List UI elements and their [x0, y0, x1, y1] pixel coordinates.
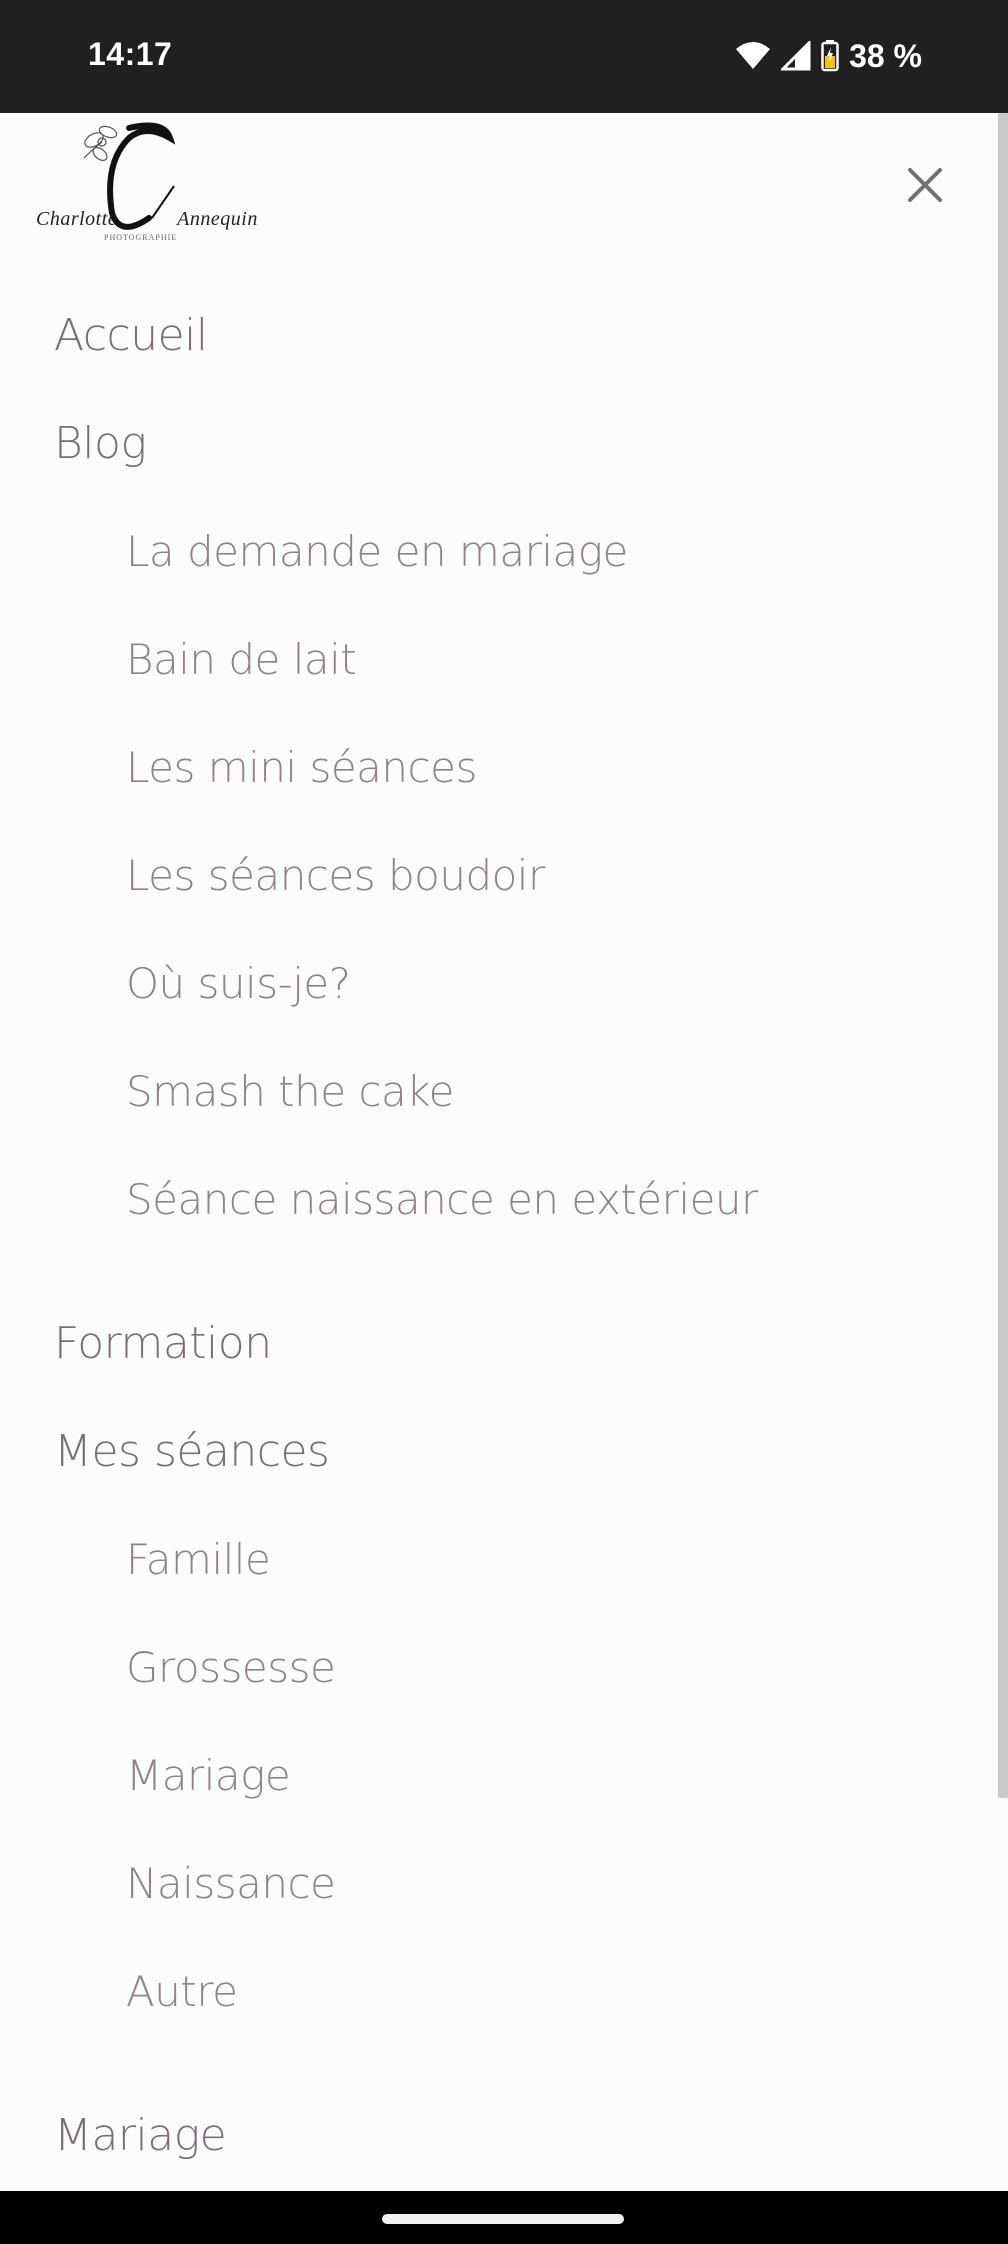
- menu-item-mes-seances[interactable]: Mes séances: [54, 1422, 330, 1482]
- battery-charging-icon: [821, 40, 839, 72]
- submenu-item-mariage[interactable]: Mariage: [126, 1746, 291, 1806]
- close-icon: [908, 168, 942, 202]
- home-gesture-handle[interactable]: [382, 2214, 624, 2224]
- menu-item-accueil[interactable]: Accueil: [54, 306, 208, 366]
- submenu-item-famille[interactable]: Famille: [126, 1530, 271, 1590]
- submenu-item-demande-en-mariage[interactable]: La demande en mariage: [126, 522, 628, 582]
- submenu-item-grossesse[interactable]: Grossesse: [126, 1638, 336, 1698]
- logo-tagline: PHOTOGRAPHIE: [104, 233, 178, 242]
- battery-percent: 38 %: [849, 37, 922, 74]
- submenu-item-seances-boudoir[interactable]: Les séances boudoir: [126, 846, 545, 906]
- close-menu-button[interactable]: [900, 160, 950, 210]
- logo-name-right: Annequin: [177, 208, 258, 230]
- menu-item-mariage[interactable]: Mariage: [54, 2106, 227, 2166]
- menu-item-blog[interactable]: Blog: [54, 414, 147, 474]
- status-icons: 38 %: [735, 36, 922, 76]
- status-bar: 14:17 38 %: [0, 0, 1008, 113]
- scrollbar[interactable]: [998, 113, 1008, 1798]
- signal-icon: [781, 41, 811, 71]
- submenu-item-naissance[interactable]: Naissance: [126, 1854, 336, 1914]
- submenu-item-ou-suis-je[interactable]: Où suis-je?: [126, 954, 351, 1014]
- submenu-item-smash-the-cake[interactable]: Smash the cake: [126, 1062, 454, 1122]
- status-time: 14:17: [88, 36, 173, 72]
- submenu-item-autre[interactable]: Autre: [126, 1962, 238, 2022]
- submenu-item-bain-de-lait[interactable]: Bain de lait: [126, 630, 357, 690]
- logo-name-left: Charlotte: [36, 208, 118, 230]
- logo-name: Charlotte Annequin: [36, 208, 258, 231]
- submenu-item-seance-naissance-exterieur[interactable]: Séance naissance en extérieur: [126, 1170, 758, 1230]
- menu-item-formation[interactable]: Formation: [54, 1314, 272, 1374]
- wifi-icon: [735, 41, 771, 71]
- submenu-item-mini-seances[interactable]: Les mini séances: [126, 738, 477, 798]
- system-nav-bar: [0, 2191, 1008, 2244]
